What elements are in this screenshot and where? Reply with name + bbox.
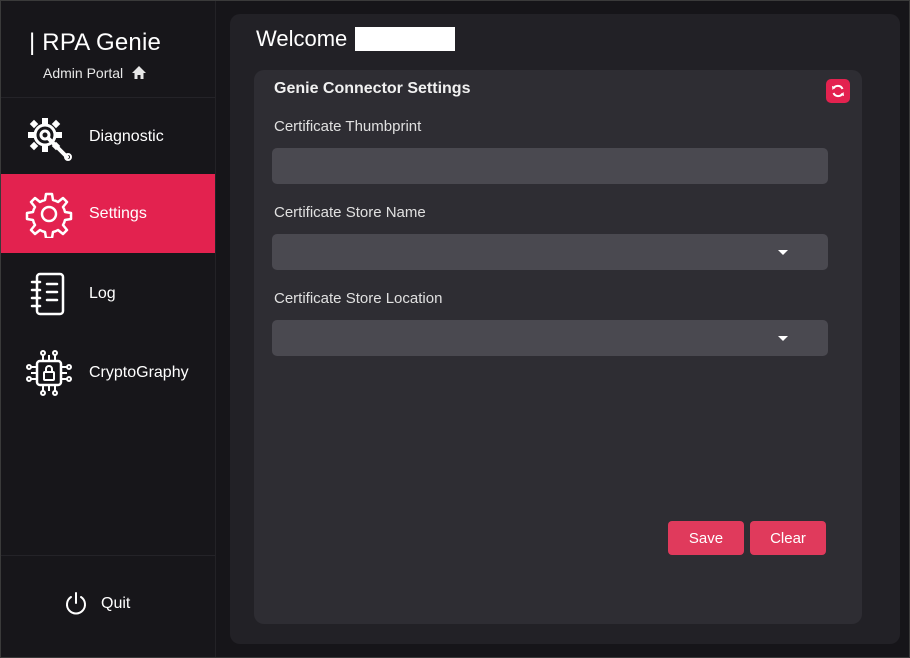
refresh-icon [832, 84, 844, 98]
chip-lock-icon [25, 349, 73, 397]
store-name-label: Certificate Store Name [274, 204, 426, 221]
quit-button[interactable]: Quit [63, 591, 130, 617]
clear-button[interactable]: Clear [750, 521, 826, 555]
sidebar-item-settings[interactable]: Settings [1, 174, 215, 253]
settings-card: Genie Connector Settings Certificate Thu… [254, 70, 862, 624]
quit-label: Quit [101, 595, 131, 612]
sidebar-item-label: Log [89, 284, 116, 302]
store-location-select[interactable] [272, 320, 828, 356]
sidebar-item-label: CryptoGraphy [89, 363, 189, 381]
chevron-down-icon [778, 336, 788, 341]
sidebar-divider [1, 555, 215, 556]
brand-subtitle: Admin Portal [43, 65, 124, 81]
gear-wrench-icon [25, 113, 73, 161]
welcome-text: Welcome [256, 26, 348, 51]
chevron-down-icon [778, 250, 788, 255]
brand: | RPA Genie Admin Portal [29, 29, 162, 81]
admin-portal-link[interactable]: Admin Portal [43, 65, 147, 81]
gear-icon [25, 190, 73, 238]
notebook-icon [25, 270, 73, 318]
main-panel: Welcome Genie Connector Settings Certifi… [230, 14, 900, 644]
store-location-label: Certificate Store Location [274, 290, 443, 307]
save-button[interactable]: Save [668, 521, 744, 555]
sidebar-item-label: Settings [89, 204, 147, 222]
card-title: Genie Connector Settings [274, 80, 471, 97]
refresh-button[interactable] [826, 79, 850, 103]
thumbprint-input[interactable] [272, 148, 828, 184]
redacted-username [355, 27, 456, 51]
sidebar-item-cryptography[interactable]: CryptoGraphy [1, 333, 215, 412]
thumbprint-label: Certificate Thumbprint [274, 118, 422, 135]
brand-title: | RPA Genie [29, 29, 162, 56]
home-icon[interactable] [131, 65, 147, 81]
sidebar-item-diagnostic[interactable]: Diagnostic [1, 97, 215, 176]
welcome-header: Welcome [256, 26, 456, 52]
store-name-select[interactable] [272, 234, 828, 270]
sidebar-item-log[interactable]: Log [1, 254, 215, 333]
sidebar: | RPA Genie Admin Portal Diagnostic Sett… [1, 1, 216, 657]
sidebar-item-label: Diagnostic [89, 127, 164, 145]
power-icon [66, 592, 86, 615]
